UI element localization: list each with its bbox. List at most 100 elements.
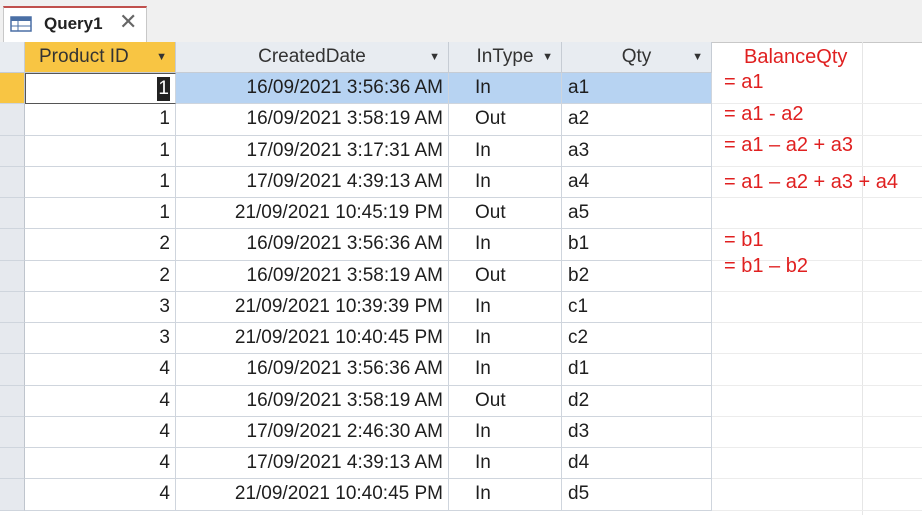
record-selector[interactable] xyxy=(0,354,25,386)
cell-intype[interactable]: In xyxy=(449,73,562,105)
cell-product-id[interactable]: 4 xyxy=(25,479,176,511)
gridline xyxy=(712,384,922,386)
balance-annotation: = a1 xyxy=(724,71,764,93)
cell-qty[interactable]: b1 xyxy=(562,229,712,261)
cell-qty[interactable]: a1 xyxy=(562,73,712,105)
gridline xyxy=(712,478,922,480)
cell-product-id[interactable]: 4 xyxy=(25,385,176,417)
cell-intype[interactable]: In xyxy=(449,229,562,261)
cell-qty[interactable]: d4 xyxy=(562,448,712,480)
cell-intype[interactable]: In xyxy=(449,323,562,355)
cell-qty[interactable]: d3 xyxy=(562,416,712,448)
cell-intype[interactable]: In xyxy=(449,354,562,386)
tab-title: Query1 xyxy=(44,14,103,33)
cell-product-id[interactable]: 1 xyxy=(25,166,176,198)
cell-intype[interactable]: Out xyxy=(449,260,562,292)
cell-qty[interactable]: b2 xyxy=(562,260,712,292)
column-header-label: InType xyxy=(476,46,534,67)
cell-product-id[interactable]: 1 xyxy=(25,198,176,230)
select-all-corner[interactable] xyxy=(0,42,25,73)
balance-annotation: = a1 - a2 xyxy=(724,103,804,126)
record-selector[interactable] xyxy=(0,385,25,417)
cell-created-date[interactable]: 21/09/2021 10:40:45 PM xyxy=(176,323,449,355)
record-selector[interactable] xyxy=(0,229,25,261)
cell-product-id[interactable]: 3 xyxy=(25,291,176,323)
cell-product-id[interactable]: 3 xyxy=(25,323,176,355)
gridline xyxy=(712,447,922,448)
gridline xyxy=(712,322,922,323)
chevron-down-icon[interactable]: ▼ xyxy=(692,42,703,72)
cell-created-date[interactable]: 21/09/2021 10:45:19 PM xyxy=(176,198,449,230)
cell-qty[interactable]: c2 xyxy=(562,323,712,355)
gridline xyxy=(712,509,922,511)
balance-annotation: = a1 – a2 + a3 xyxy=(724,133,854,156)
cell-intype[interactable]: In xyxy=(449,166,562,198)
record-selector[interactable] xyxy=(0,479,25,511)
cell-created-date[interactable]: 16/09/2021 3:58:19 AM xyxy=(176,104,449,136)
cell-intype[interactable]: Out xyxy=(449,104,562,136)
cell-qty[interactable]: d2 xyxy=(562,385,712,417)
chevron-down-icon[interactable]: ▼ xyxy=(156,42,167,72)
cell-intype[interactable]: In xyxy=(449,479,562,511)
chevron-down-icon[interactable]: ▼ xyxy=(429,42,440,72)
cell-product-id[interactable]: 2 xyxy=(25,260,176,292)
cell-intype[interactable]: In xyxy=(449,135,562,167)
column-header-product-id[interactable]: Product ID ▼ xyxy=(25,42,176,73)
gridline xyxy=(712,353,922,355)
datasheet-grid: Product ID ▼ CreatedDate ▼ InType ▼ Qty ▼ Balanc… xyxy=(0,42,922,515)
record-selector[interactable] xyxy=(0,73,25,105)
cell-intype[interactable]: Out xyxy=(449,385,562,417)
record-selector[interactable] xyxy=(0,166,25,198)
cell-created-date[interactable]: 16/09/2021 3:56:36 AM xyxy=(176,229,449,261)
cell-intype[interactable]: In xyxy=(449,291,562,323)
cell-qty[interactable]: d5 xyxy=(562,479,712,511)
cell-intype[interactable]: In xyxy=(449,448,562,480)
balance-annotation: = b1 – b2 xyxy=(724,254,808,277)
cell-product-id[interactable]: 2 xyxy=(25,229,176,261)
cell-created-date[interactable]: 17/09/2021 3:17:31 AM xyxy=(176,135,449,167)
column-header-createddate[interactable]: CreatedDate ▼ xyxy=(176,42,449,73)
record-selector[interactable] xyxy=(0,448,25,480)
cell-created-date[interactable]: 21/09/2021 10:40:45 PM xyxy=(176,479,449,511)
tab-query1[interactable]: Query1 ✕ xyxy=(3,6,147,42)
record-selector[interactable] xyxy=(0,198,25,230)
cell-created-date[interactable]: 16/09/2021 3:56:36 AM xyxy=(176,354,449,386)
record-selector[interactable] xyxy=(0,323,25,355)
record-selector[interactable] xyxy=(0,416,25,448)
cell-created-date[interactable]: 16/09/2021 3:58:19 AM xyxy=(176,385,449,417)
record-selector[interactable] xyxy=(0,291,25,323)
gridline xyxy=(712,415,922,417)
cell-qty[interactable]: a3 xyxy=(562,135,712,167)
record-selector[interactable] xyxy=(0,104,25,136)
query-datasheet-icon xyxy=(10,16,32,32)
cell-created-date[interactable]: 17/09/2021 2:46:30 AM xyxy=(176,416,449,448)
cell-product-id[interactable]: 1 xyxy=(25,104,176,136)
column-header-label: CreatedDate xyxy=(258,46,366,67)
cell-qty[interactable]: a5 xyxy=(562,198,712,230)
cell-created-date[interactable]: 21/09/2021 10:39:39 PM xyxy=(176,291,449,323)
cell-product-id[interactable]: 1 xyxy=(25,135,176,167)
cell-intype[interactable]: Out xyxy=(449,198,562,230)
record-selector[interactable] xyxy=(0,135,25,167)
close-icon[interactable]: ✕ xyxy=(119,10,137,34)
cell-created-date[interactable]: 17/09/2021 4:39:13 AM xyxy=(176,448,449,480)
record-selector[interactable] xyxy=(0,260,25,292)
cell-intype[interactable]: In xyxy=(449,416,562,448)
cell-qty[interactable]: c1 xyxy=(562,291,712,323)
cell-qty[interactable]: d1 xyxy=(562,354,712,386)
cell-qty[interactable]: a4 xyxy=(562,166,712,198)
cell-created-date[interactable]: 17/09/2021 4:39:13 AM xyxy=(176,166,449,198)
cell-qty[interactable]: a2 xyxy=(562,104,712,136)
cell-created-date[interactable]: 16/09/2021 3:58:19 AM xyxy=(176,260,449,292)
column-header-qty[interactable]: Qty ▼ xyxy=(562,42,712,73)
cell-product-id[interactable]: 4 xyxy=(25,416,176,448)
cell-product-id[interactable]: 4 xyxy=(25,448,176,480)
cell-product-id[interactable]: 4 xyxy=(25,354,176,386)
column-header-label: Qty xyxy=(621,46,652,67)
gridline xyxy=(862,42,863,515)
document-tab-strip: Query1 ✕ xyxy=(0,0,922,43)
chevron-down-icon[interactable]: ▼ xyxy=(542,42,553,72)
cell-created-date[interactable]: 16/09/2021 3:56:36 AM xyxy=(176,73,449,105)
column-header-intype[interactable]: InType ▼ xyxy=(449,42,562,73)
cell-product-id[interactable]: 1 xyxy=(25,73,176,105)
